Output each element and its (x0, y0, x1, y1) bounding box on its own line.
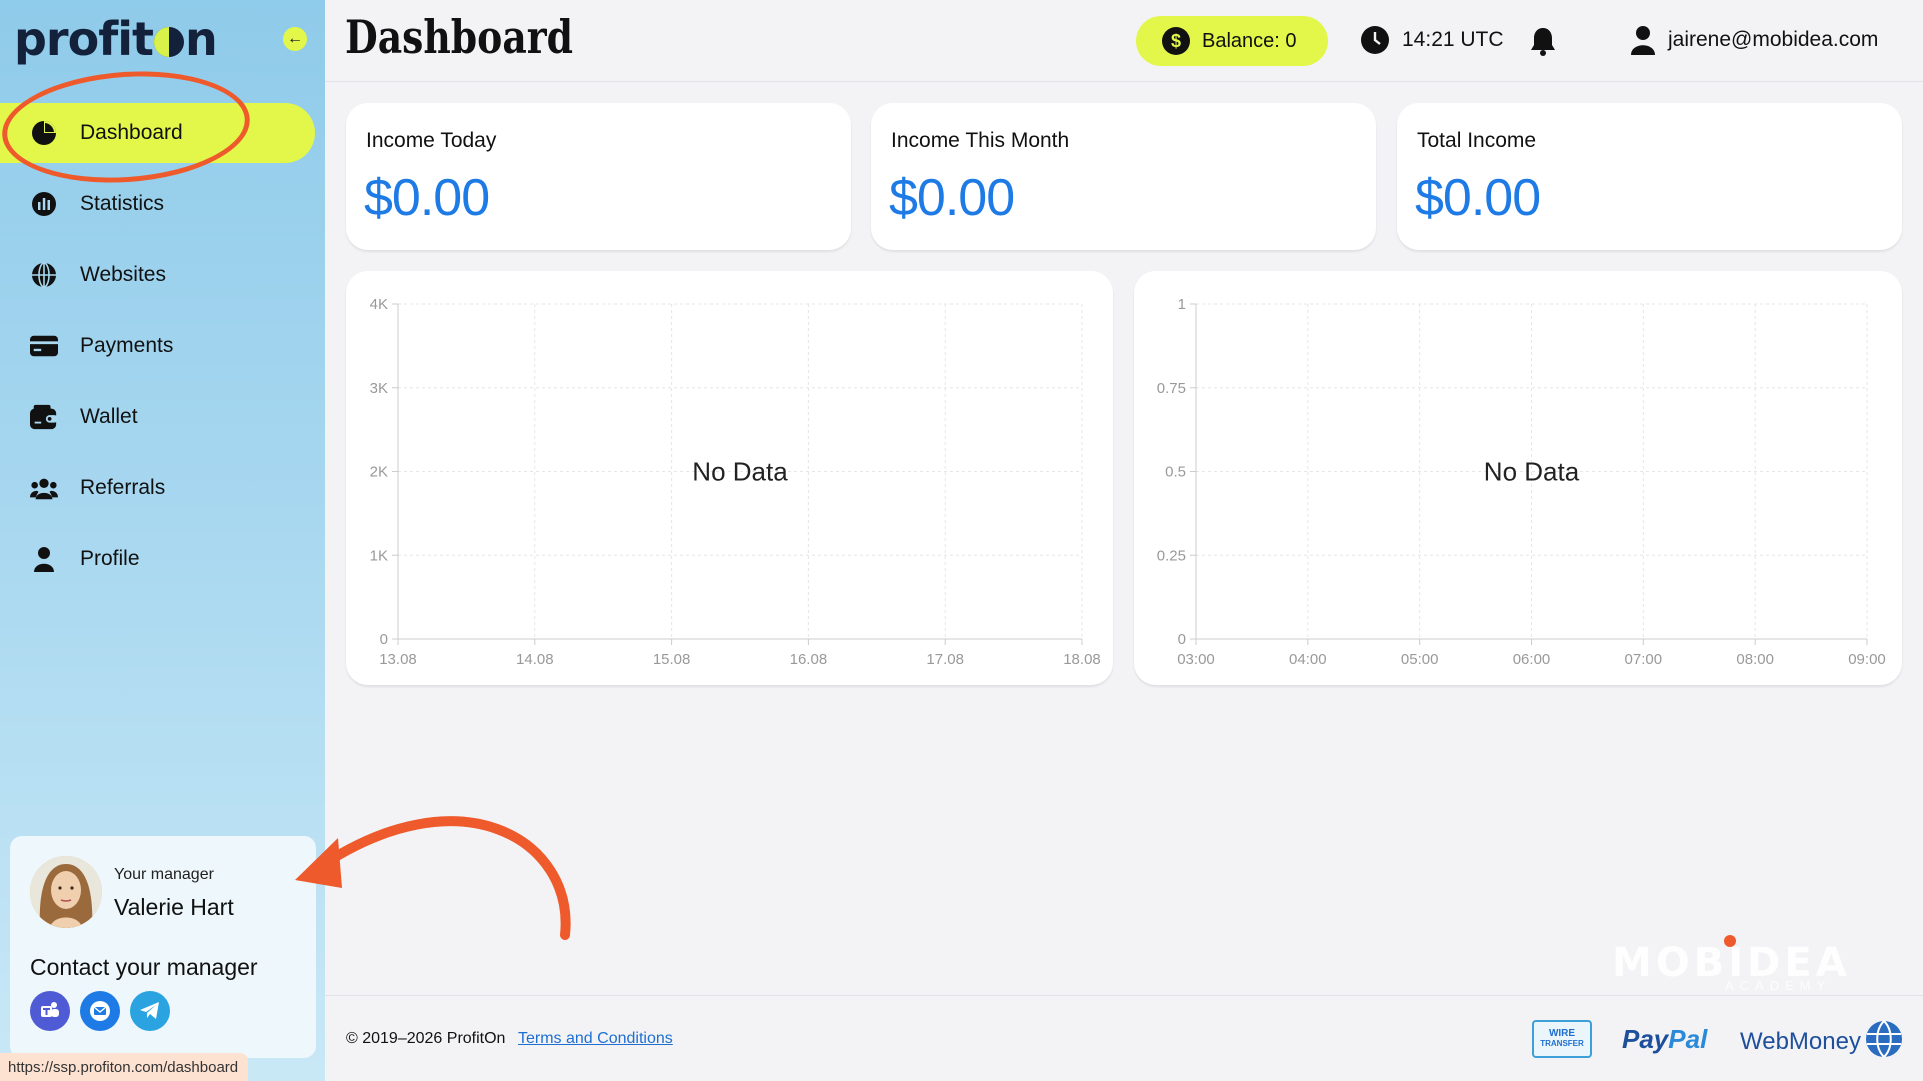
sidebar-item-referrals[interactable]: Referrals (0, 458, 315, 518)
telegram-icon[interactable] (130, 991, 170, 1031)
total-income-card: Total Income $0.00 (1397, 103, 1902, 250)
balance-badge[interactable]: $ Balance: 0 (1136, 16, 1328, 66)
no-data-label: No Data (692, 457, 788, 487)
daily-chart-svg: 0 1K 2K 3K 4K 13.08 14.08 15.08 16.08 17.08 18.08 N… (370, 296, 1101, 668)
watermark-sub: ACADEMY (1725, 978, 1832, 993)
user-icon (1631, 26, 1655, 55)
manager-avatar (30, 856, 102, 928)
user-email: jairene@mobidea.com (1668, 28, 1879, 51)
top-header: Dashboard $ Balance: 0 14:21 UTC jairene… (325, 0, 1923, 82)
y-tick-label: 2K (370, 464, 388, 481)
footer: © 2019–2026 ProfitOn Terms and Condition… (325, 995, 1923, 1081)
stat-label: Total Income (1417, 129, 1537, 152)
clock-display: 14:21 UTC (1360, 25, 1504, 55)
y-tick-label: 3K (370, 380, 388, 397)
page-title: Dashboard (345, 10, 574, 64)
bell-icon[interactable] (1530, 26, 1556, 61)
logo-suffix: n (185, 12, 218, 66)
arrow-left-icon: ← (287, 30, 303, 47)
contact-manager-label: Contact your manager (30, 954, 258, 980)
webmoney-globe-icon (1865, 1020, 1903, 1063)
stat-label: Income This Month (891, 129, 1070, 152)
stat-label: Income Today (366, 129, 497, 152)
manager-role: Your manager (114, 866, 214, 883)
y-tick-label: 4K (370, 296, 388, 313)
webmoney-logo: WebMoney (1740, 1028, 1861, 1055)
y-tick-label: 0 (1178, 631, 1186, 648)
sidebar-item-label: Wallet (80, 405, 138, 428)
wire-logo-bottom: TRANSFER (1540, 1039, 1584, 1048)
y-tick-label: 1K (370, 547, 388, 564)
x-tick-label: 06:00 (1513, 651, 1551, 668)
sidebar-item-label: Websites (80, 263, 166, 286)
income-month-card: Income This Month $0.00 (871, 103, 1376, 250)
x-tick-label: 09:00 (1848, 651, 1886, 668)
profiton-logo[interactable]: profit n (14, 12, 218, 66)
y-tick-label: 0.5 (1165, 464, 1186, 481)
dollar-coin-icon: $ (1162, 27, 1190, 55)
sidebar-item-wallet[interactable]: Wallet (0, 387, 315, 447)
sidebar-item-websites[interactable]: Websites (0, 245, 315, 305)
balance-text: Balance: 0 (1202, 29, 1297, 52)
income-today-card: Income Today $0.00 (346, 103, 851, 250)
income-daily-chart: 0 1K 2K 3K 4K 13.08 14.08 15.08 16.08 17.08 18.08 N… (346, 271, 1113, 685)
y-tick-label: 0.75 (1157, 380, 1186, 397)
user-icon (30, 547, 58, 572)
wire-logo-top: WIRE (1548, 1028, 1576, 1039)
collapse-sidebar-button[interactable]: ← (283, 27, 307, 51)
x-tick-label: 14.08 (516, 651, 554, 668)
paypal-logo-b: Pal (1668, 1024, 1708, 1054)
y-tick-label: 1 (1178, 296, 1186, 313)
sidebar: profitn ← Dashboard Statistics Websites (0, 0, 325, 1081)
x-tick-label: 17.08 (926, 651, 964, 668)
sidebar-item-payments[interactable]: Payments (0, 316, 315, 376)
manager-name: Valerie Hart (114, 894, 234, 920)
users-icon (30, 476, 58, 500)
income-hourly-chart: 0 0.25 0.5 0.75 1 03:00 04:00 05:00 06:00 07:00 08… (1134, 271, 1902, 685)
manager-contact-icons (30, 991, 170, 1031)
teams-icon[interactable] (30, 991, 70, 1031)
user-menu[interactable]: jairene@mobidea.com (1630, 25, 1878, 55)
copyright-text: © 2019–2026 ProfitOn (346, 1030, 506, 1047)
sidebar-item-statistics[interactable]: Statistics (0, 174, 315, 234)
stat-value: $0.00 (364, 169, 490, 227)
email-icon[interactable] (80, 991, 120, 1031)
status-bar-url: https://ssp.profiton.com/dashboard (0, 1053, 249, 1081)
stat-value: $0.00 (1415, 169, 1541, 227)
y-tick-label: 0.25 (1157, 547, 1186, 564)
sidebar-item-label: Payments (80, 334, 174, 357)
arrow-annotation (295, 816, 571, 940)
x-tick-label: 18.08 (1063, 651, 1101, 668)
paypal-logo: PayPal (1622, 1024, 1707, 1055)
utc-time: 14:21 UTC (1402, 28, 1504, 51)
x-tick-label: 08:00 (1736, 651, 1774, 668)
wallet-icon (30, 404, 58, 430)
clock-icon (1361, 26, 1389, 54)
x-tick-label: 16.08 (790, 651, 828, 668)
terms-link[interactable]: Terms and Conditions (518, 1030, 673, 1048)
sidebar-item-label: Referrals (80, 476, 166, 499)
paypal-logo-a: Pay (1622, 1024, 1669, 1054)
sidebar-item-label: Statistics (80, 192, 165, 215)
no-data-label: No Data (1484, 457, 1580, 487)
logo-text: profit (14, 12, 154, 66)
manager-card: Your manager Valerie Hart Contact your m… (10, 836, 316, 1058)
x-tick-label: 15.08 (653, 651, 691, 668)
bar-stats-icon (30, 192, 58, 216)
sidebar-item-label: Profile (80, 547, 140, 570)
x-tick-label: 04:00 (1289, 651, 1327, 668)
sidebar-item-profile[interactable]: Profile (0, 529, 315, 589)
globe-icon (30, 262, 58, 288)
x-tick-label: 05:00 (1401, 651, 1439, 668)
x-tick-label: 03:00 (1177, 651, 1215, 668)
x-tick-label: 13.08 (379, 651, 417, 668)
stat-value: $0.00 (889, 169, 1015, 227)
x-tick-label: 07:00 (1625, 651, 1663, 668)
card-icon (30, 334, 58, 358)
wire-transfer-logo: WIRE TRANSFER (1532, 1020, 1592, 1058)
y-tick-label: 0 (380, 631, 388, 648)
logo-dot-icon (154, 27, 184, 57)
hourly-chart-svg: 0 0.25 0.5 0.75 1 03:00 04:00 05:00 06:00 07:00 08… (1157, 296, 1886, 668)
